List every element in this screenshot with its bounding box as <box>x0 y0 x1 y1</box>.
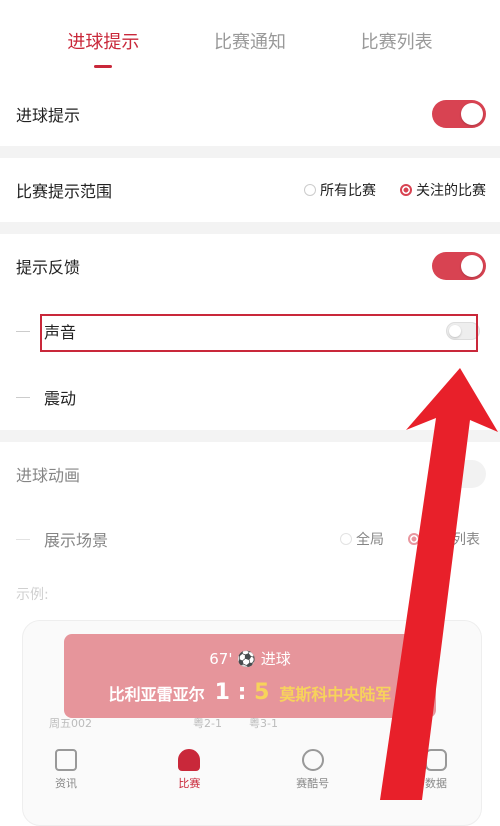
nav-news[interactable]: 资讯 <box>36 749 96 791</box>
bottom-nav: 资讯 比赛 赛酷号 数据 <box>36 740 466 800</box>
range-label: 比赛提示范围 <box>16 182 113 201</box>
animation-row: 进球动画 <box>0 442 500 506</box>
toast-away-score: 5 <box>254 680 270 705</box>
range-row: 比赛提示范围 所有比赛 关注的比赛 <box>0 158 500 222</box>
feedback-label: 提示反馈 <box>16 258 81 277</box>
toast-home-team: 比利亚雷亚尔 <box>108 684 205 704</box>
trophy-icon <box>178 749 201 771</box>
scene-option-global-label: 全局 <box>356 532 384 548</box>
animation-toggle[interactable] <box>432 460 486 488</box>
user-icon <box>301 749 324 771</box>
range-option-all[interactable]: 所有比赛 <box>304 180 376 200</box>
scene-radio-group: 全局 比赛列表 <box>340 529 480 549</box>
vibrate-row-left: 震动 <box>16 385 76 409</box>
goal-alert-settings-screen: 进球提示 比赛通知 比赛列表 进球提示 比赛提示范围 所有比赛 关注的比赛 提示… <box>0 0 500 826</box>
radio-selected-icon <box>408 533 420 545</box>
nav-data[interactable]: 数据 <box>406 749 466 791</box>
score-separator: : <box>237 680 255 705</box>
vibrate-label: 震动 <box>44 389 77 408</box>
chart-icon <box>424 749 447 771</box>
toast-home-score: 1 <box>214 680 230 705</box>
example-label: 示例: <box>16 587 49 603</box>
tab-goal-alert[interactable]: 进球提示 <box>63 20 143 62</box>
toggle-knob <box>435 463 457 485</box>
scene-option-global[interactable]: 全局 <box>340 529 384 549</box>
indent-dash <box>16 396 30 398</box>
scene-option-match-list[interactable]: 比赛列表 <box>408 529 480 549</box>
radio-unselected-icon <box>304 184 316 196</box>
goal-alert-row: 进球提示 <box>0 82 500 146</box>
range-radio-group: 所有比赛 关注的比赛 <box>304 180 486 200</box>
tab-bar: 进球提示 比赛通知 比赛列表 <box>0 0 500 82</box>
feedback-toggle[interactable] <box>432 252 486 280</box>
feedback-row: 提示反馈 <box>0 234 500 298</box>
range-option-followed[interactable]: 关注的比赛 <box>400 180 486 200</box>
nav-saikuhao-label: 赛酷号 <box>296 777 330 790</box>
toast-event: 进球 <box>260 650 291 668</box>
animation-label: 进球动画 <box>16 466 81 485</box>
toast-minute: 67' <box>209 650 233 668</box>
indent-dash <box>16 330 30 332</box>
vibrate-row: 震动 <box>0 364 500 430</box>
animation-section: 进球动画 展示场景 全局 比赛列表 示例: <box>0 442 500 616</box>
nav-match[interactable]: 比赛 <box>159 749 219 791</box>
toggle-knob <box>461 255 483 277</box>
scene-option-match-list-label: 比赛列表 <box>424 532 480 548</box>
toast-teams: 比利亚雷亚尔 1 : 5 莫斯科中央陆军 <box>64 680 436 705</box>
indent-dash <box>16 538 30 540</box>
goal-alert-label: 进球提示 <box>16 106 81 125</box>
toggle-knob <box>461 103 483 125</box>
scene-row: 展示场景 全局 比赛列表 <box>0 506 500 572</box>
tab-match-list[interactable]: 比赛列表 <box>357 20 437 62</box>
scene-label: 展示场景 <box>44 531 109 550</box>
scene-row-left: 展示场景 <box>16 527 108 551</box>
news-icon <box>55 749 77 771</box>
section-divider <box>0 430 500 442</box>
sound-highlight-box <box>40 314 478 352</box>
nav-saikuhao[interactable]: 赛酷号 <box>283 749 343 791</box>
nav-data-label: 数据 <box>424 777 447 790</box>
toast-header: 67' ⚽ 进球 <box>64 648 436 669</box>
goal-alert-toggle[interactable] <box>432 100 486 128</box>
nav-news-label: 资讯 <box>55 777 77 790</box>
toast-away-team: 莫斯科中央陆军 <box>279 684 392 704</box>
range-option-followed-label: 关注的比赛 <box>416 183 486 199</box>
football-icon: ⚽ <box>237 650 261 668</box>
toast-score: 1 : 5 <box>215 680 270 705</box>
radio-selected-icon <box>400 184 412 196</box>
tab-match-notification[interactable]: 比赛通知 <box>210 20 290 62</box>
nav-match-label: 比赛 <box>178 777 201 790</box>
section-divider <box>0 222 500 234</box>
range-option-all-label: 所有比赛 <box>320 183 376 199</box>
radio-unselected-icon <box>340 533 352 545</box>
goal-toast: 67' ⚽ 进球 比利亚雷亚尔 1 : 5 莫斯科中央陆军 <box>64 634 436 718</box>
section-divider <box>0 146 500 158</box>
